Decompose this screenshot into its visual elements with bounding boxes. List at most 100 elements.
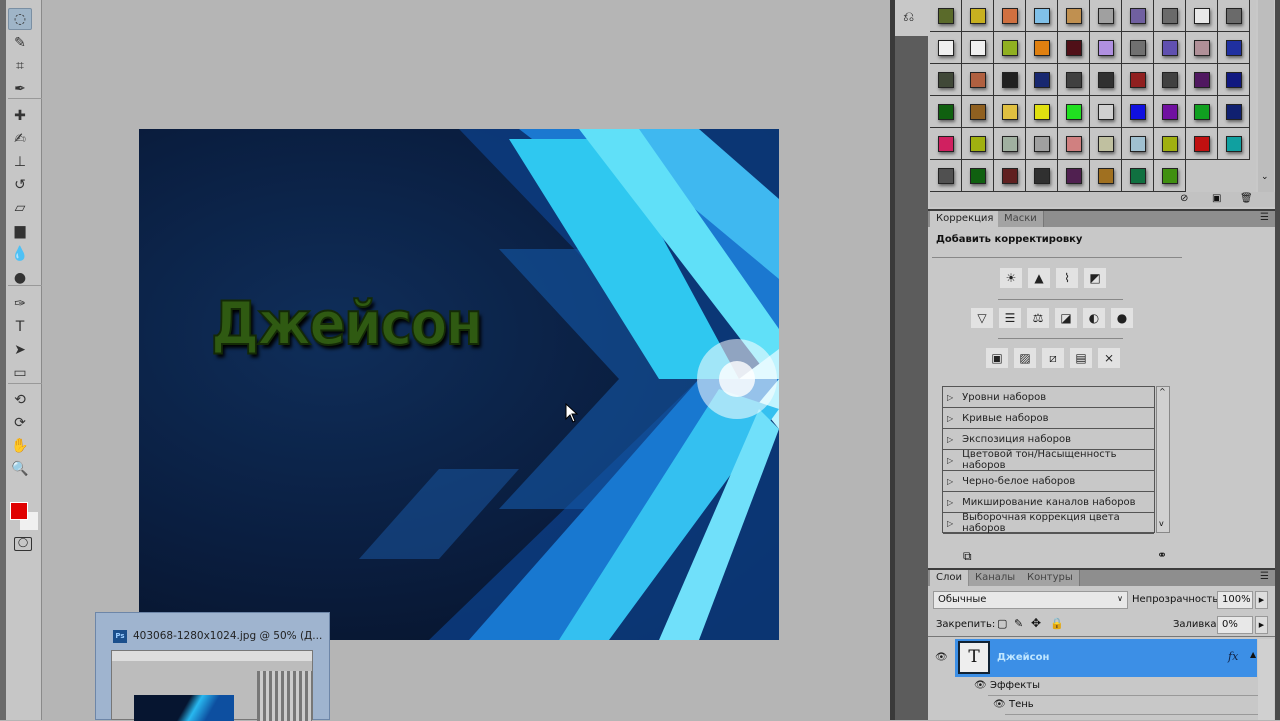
return-to-list-icon[interactable]: ⧉ <box>963 549 972 564</box>
style-swatch[interactable] <box>962 128 994 160</box>
adjustment-icon[interactable]: ◪ <box>1055 308 1077 328</box>
scroll-down-icon[interactable]: ⌄ <box>1261 172 1269 182</box>
style-swatch[interactable] <box>962 160 994 192</box>
style-swatch[interactable] <box>1026 0 1058 32</box>
style-swatch[interactable] <box>1090 0 1122 32</box>
fx-icon[interactable]: fx <box>1228 650 1238 663</box>
tab-channels[interactable]: Каналы <box>969 570 1023 586</box>
style-swatch[interactable] <box>994 128 1026 160</box>
preset-list-item[interactable]: ▷ Экспозиция наборов <box>943 429 1154 450</box>
preset-list-item[interactable]: ▷ Микширование каналов наборов <box>943 492 1154 513</box>
style-swatch[interactable] <box>1186 64 1218 96</box>
lock-all-icon[interactable]: 🔒 <box>1050 617 1064 630</box>
hand-tool-icon[interactable]: ✋ <box>8 435 32 457</box>
style-swatch[interactable] <box>1218 64 1250 96</box>
adjustment-icon[interactable]: ☀ <box>1000 268 1022 288</box>
style-swatch[interactable] <box>1090 128 1122 160</box>
eyedropper-tool-icon[interactable]: ✒ <box>8 78 32 100</box>
3d-rotate-tool-icon[interactable]: ⟲ <box>8 389 32 411</box>
style-swatch[interactable] <box>962 0 994 32</box>
style-swatch[interactable] <box>930 0 962 32</box>
clip-layer-icon[interactable]: ⚭ <box>1157 548 1167 562</box>
adjustment-icon[interactable]: ⧄ <box>1042 348 1064 368</box>
adjustment-icon[interactable]: ⨯ <box>1098 348 1120 368</box>
styles-scrollbar[interactable]: ⌄ <box>1258 0 1274 192</box>
style-swatch[interactable] <box>1058 0 1090 32</box>
history-panel-button[interactable]: ⎌ <box>895 0 928 36</box>
style-swatch[interactable] <box>1122 96 1154 128</box>
preset-list-item[interactable]: ▷ Выборочная коррекция цвета наборов <box>943 512 1154 534</box>
style-swatch[interactable] <box>994 160 1026 192</box>
adjustment-icon[interactable]: ▨ <box>1014 348 1036 368</box>
adjustment-icon[interactable]: ▤ <box>1070 348 1092 368</box>
quick-selection-tool-icon[interactable]: ✎ <box>8 32 32 54</box>
style-swatch[interactable] <box>994 32 1026 64</box>
style-swatch[interactable] <box>1186 32 1218 64</box>
canvas-title-text[interactable]: Джейсон <box>210 288 484 360</box>
style-swatch[interactable] <box>1026 160 1058 192</box>
adjustment-icon[interactable]: ▣ <box>986 348 1008 368</box>
style-swatch[interactable] <box>1218 32 1250 64</box>
pen-tool-icon[interactable]: ✑ <box>8 293 32 315</box>
effects-visibility-eye-icon[interactable]: 👁 <box>974 680 987 691</box>
opacity-slider-button[interactable]: ▶ <box>1255 591 1268 609</box>
fill-input[interactable]: 0% <box>1217 616 1253 634</box>
type-tool-icon[interactable]: T <box>8 316 32 338</box>
clear-style-icon[interactable]: ⊘ <box>1180 193 1188 204</box>
style-swatch[interactable] <box>962 32 994 64</box>
lock-position-icon[interactable]: ✥ <box>1031 616 1041 630</box>
style-swatch[interactable] <box>1058 96 1090 128</box>
lock-transparent-icon[interactable]: ▢ <box>997 617 1007 630</box>
history-brush-tool-icon[interactable]: ↺ <box>8 174 32 196</box>
style-swatch[interactable] <box>1090 32 1122 64</box>
style-swatch[interactable] <box>1026 128 1058 160</box>
zoom-tool-icon[interactable]: 🔍 <box>8 458 32 480</box>
style-swatch[interactable] <box>1218 0 1250 32</box>
adjustment-icon[interactable]: ▽ <box>971 308 993 328</box>
style-swatch[interactable] <box>930 160 962 192</box>
3d-orbit-tool-icon[interactable]: ⟳ <box>8 412 32 434</box>
style-swatch[interactable] <box>930 32 962 64</box>
style-swatch[interactable] <box>1026 32 1058 64</box>
rectangle-tool-icon[interactable]: ▭ <box>8 362 32 384</box>
style-swatch[interactable] <box>1218 96 1250 128</box>
tab-adjustments[interactable]: Коррекция <box>930 211 1000 227</box>
preset-list-item[interactable]: ▷ Уровни наборов <box>943 387 1154 408</box>
style-swatch[interactable] <box>994 64 1026 96</box>
effect-item[interactable]: Тень <box>1009 699 1034 710</box>
adjustment-icon[interactable]: ◩ <box>1084 268 1106 288</box>
clone-stamp-tool-icon[interactable]: ⊥ <box>8 151 32 173</box>
effect-visibility-eye-icon[interactable]: 👁 <box>993 699 1006 710</box>
style-swatch[interactable] <box>1026 96 1058 128</box>
presets-scrollbar[interactable]: ^ v <box>1156 386 1170 533</box>
style-swatch[interactable] <box>930 96 962 128</box>
opacity-input[interactable]: 100% <box>1217 591 1253 609</box>
style-swatch[interactable] <box>962 96 994 128</box>
healing-brush-tool-icon[interactable]: ✚ <box>8 105 32 127</box>
fill-slider-button[interactable]: ▶ <box>1255 616 1268 634</box>
style-swatch[interactable] <box>1154 128 1186 160</box>
style-swatch[interactable] <box>1154 32 1186 64</box>
layer-visibility-eye-icon[interactable]: 👁 <box>935 652 948 663</box>
layers-scrollbar[interactable] <box>1258 639 1274 720</box>
crop-tool-icon[interactable]: ⌗ <box>8 55 32 77</box>
delete-style-icon[interactable]: 🗑 <box>1240 193 1253 204</box>
style-swatch[interactable] <box>1122 160 1154 192</box>
gradient-tool-icon[interactable]: ▆ <box>8 220 32 242</box>
layer-row-selected[interactable]: T Джейсон fx <box>955 639 1257 677</box>
style-swatch[interactable] <box>1154 64 1186 96</box>
style-swatch[interactable] <box>1090 160 1122 192</box>
style-swatch[interactable] <box>1154 0 1186 32</box>
new-style-icon[interactable]: ▣ <box>1212 193 1221 204</box>
preset-list-item[interactable]: ▷ Цветовой тон/Насыщенность наборов <box>943 449 1154 471</box>
preset-list-item[interactable]: ▷ Кривые наборов <box>943 408 1154 429</box>
brush-tool-icon[interactable]: ✍ <box>8 128 32 150</box>
style-swatch[interactable] <box>1122 128 1154 160</box>
style-swatch[interactable] <box>930 128 962 160</box>
panel-menu-icon[interactable]: ☰ <box>1260 212 1269 223</box>
eraser-tool-icon[interactable]: ▱ <box>8 197 32 219</box>
blend-mode-select[interactable]: Обычные ∨ <box>933 591 1128 609</box>
adjustment-icon[interactable]: ⌇ <box>1056 268 1078 288</box>
adjustment-icon[interactable]: ☰ <box>999 308 1021 328</box>
adjustment-icon[interactable]: ▲ <box>1028 268 1050 288</box>
